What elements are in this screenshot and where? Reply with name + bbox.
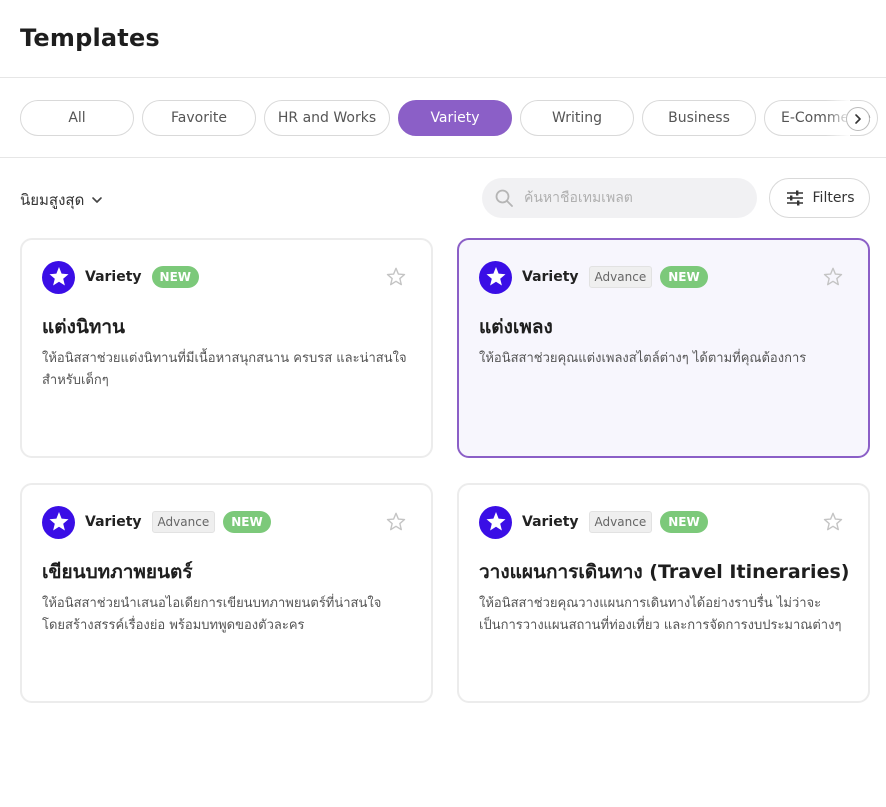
page-title: Templates: [20, 24, 160, 52]
new-badge: NEW: [660, 511, 708, 533]
tab-writing[interactable]: Writing: [520, 100, 634, 136]
new-badge: NEW: [151, 266, 200, 288]
tab-all[interactable]: All: [20, 100, 134, 136]
card-description: ให้อนิสสาช่วยแต่งนิทานที่มีเนื้อหาสนุกสน…: [42, 351, 407, 388]
filters-label: Filters: [812, 190, 855, 206]
tabs-next-button[interactable]: [846, 107, 870, 131]
category-label: Variety: [522, 269, 579, 285]
advance-badge: Advance: [588, 511, 653, 533]
template-card-song[interactable]: Variety Advance NEW แต่งเพลง ให้อนิสสาช่…: [457, 238, 870, 458]
card-title: แต่งเพลง: [479, 316, 553, 338]
category-label: Variety: [522, 514, 579, 530]
advance-badge: Advance: [151, 511, 216, 533]
new-badge: NEW: [223, 511, 271, 533]
card-title: วางแผนการเดินทาง (Travel Itineraries): [479, 561, 850, 583]
filters-button[interactable]: Filters: [769, 178, 870, 218]
tab-variety[interactable]: Variety: [398, 100, 512, 136]
sliders-icon: [786, 190, 803, 206]
chevron-right-icon: [855, 114, 861, 124]
star-badge-icon: [42, 505, 75, 539]
chevron-down-icon: [92, 197, 103, 203]
card-title: เขียนบทภาพยนตร์: [42, 561, 193, 583]
tab-business[interactable]: Business: [642, 100, 756, 136]
category-tabs: All Favorite HR and Works Variety Writin…: [20, 100, 886, 136]
category-label: Variety: [85, 269, 142, 285]
template-card-story[interactable]: Variety NEW แต่งนิทาน ให้อนิสสาช่วยแต่งน…: [20, 238, 433, 458]
template-card-travel[interactable]: Variety Advance NEW วางแผนการเดินทาง (Tr…: [457, 483, 870, 703]
template-card-screenplay[interactable]: Variety Advance NEW เขียนบทภาพยนตร์ ให้อ…: [20, 483, 433, 703]
sort-dropdown[interactable]: นิยมสูงสุด: [20, 188, 104, 212]
star-outline-icon[interactable]: [385, 511, 407, 533]
search-icon: [495, 189, 513, 207]
search-input[interactable]: [524, 190, 744, 206]
new-badge: NEW: [660, 266, 708, 288]
sort-label: นิยมสูงสุด: [20, 191, 85, 209]
advance-badge: Advance: [588, 266, 653, 288]
star-badge-icon: [42, 260, 75, 294]
star-badge-icon: [479, 505, 512, 539]
star-outline-icon[interactable]: [822, 511, 844, 533]
category-label: Variety: [85, 514, 142, 530]
card-description: ให้อนิสสาช่วยคุณวางแผนการเดินทางได้อย่าง…: [479, 596, 842, 633]
header-divider: [0, 77, 886, 78]
card-title: แต่งนิทาน: [42, 316, 126, 338]
tabs-divider: [0, 157, 886, 158]
card-description: ให้อนิสสาช่วยคุณแต่งเพลงสไตล์ต่างๆ ได้ตา…: [479, 351, 807, 366]
card-description: ให้อนิสสาช่วยนำเสนอไอเดียการเขียนบทภาพยน…: [42, 596, 382, 633]
search-box: [482, 178, 757, 218]
star-outline-icon[interactable]: [385, 266, 407, 288]
tab-hr-and-works[interactable]: HR and Works: [264, 100, 390, 136]
tab-favorite[interactable]: Favorite: [142, 100, 256, 136]
star-badge-icon: [479, 260, 512, 294]
star-outline-icon[interactable]: [822, 266, 844, 288]
